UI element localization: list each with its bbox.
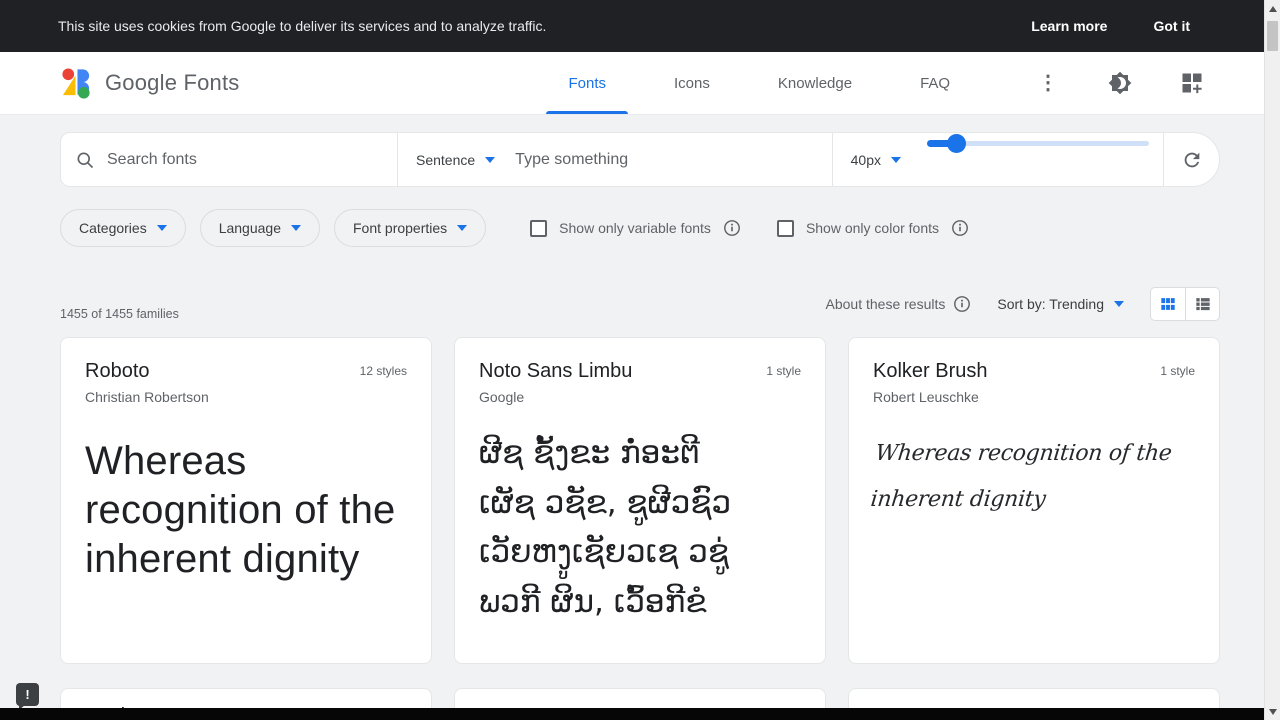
scroll-up-arrow-icon[interactable]: [1269, 6, 1277, 12]
info-icon: [953, 295, 971, 313]
limbu-preview-line: ເຜັຊ ວຊັຂ, ຊູຜີວຊົວ: [479, 479, 801, 529]
chevron-down-icon: [457, 225, 467, 231]
font-preview-text: Whereas recognition of the inherent dign…: [868, 431, 1200, 523]
filters-row: Categories Language Font properties Show…: [0, 187, 1280, 247]
font-grid: Roboto 12 styles Christian Robertson Whe…: [0, 335, 1280, 664]
tab-faq[interactable]: FAQ: [886, 52, 984, 114]
info-icon[interactable]: [951, 219, 969, 237]
color-fonts-label: Show only color fonts: [806, 220, 939, 236]
styles-count: 12 styles: [360, 360, 407, 378]
tab-fonts[interactable]: Fonts: [534, 52, 640, 114]
font-size-dropdown[interactable]: 40px: [833, 133, 913, 186]
font-card-noto-sans-limbu[interactable]: Noto Sans Limbu 1 style Google ຜີຊ ຊັ້ງຂ…: [454, 337, 826, 664]
cookie-banner: This site uses cookies from Google to de…: [0, 0, 1280, 52]
results-count: 1455 of 1455 families: [60, 307, 179, 321]
selected-families-icon[interactable]: [1180, 71, 1204, 95]
more-menu-icon[interactable]: ⋮: [1036, 71, 1060, 95]
tab-knowledge[interactable]: Knowledge: [744, 52, 886, 114]
limbu-preview-line: ຜີຊ ຊັ້ງຂະ ກໍ່ອະຕີ: [479, 429, 801, 479]
font-preview-limbu-script: ຜີຊ ຊັ້ງຂະ ກໍ່ອະຕີ ເຜັຊ ວຊັຂ, ຊູຜີວຊົວ ເ…: [479, 429, 801, 627]
page-scrollbar[interactable]: [1264, 0, 1280, 720]
search-input[interactable]: [107, 151, 381, 169]
color-fonts-checkbox[interactable]: [777, 220, 794, 237]
chip-label: Categories: [79, 220, 147, 236]
tab-icons[interactable]: Icons: [640, 52, 744, 114]
font-card-kolker-brush[interactable]: Kolker Brush 1 style Robert Leuschke Whe…: [848, 337, 1220, 664]
styles-count: 1 style: [766, 360, 801, 378]
feedback-button[interactable]: !: [16, 683, 39, 706]
logo-text: Google Fonts: [105, 70, 239, 96]
primary-nav: Fonts Icons Knowledge FAQ: [534, 52, 984, 114]
chevron-down-icon: [1114, 301, 1124, 307]
categories-filter-chip[interactable]: Categories: [60, 209, 186, 247]
got-it-button[interactable]: Got it: [1153, 18, 1190, 34]
reset-preview-button[interactable]: [1164, 133, 1219, 186]
preview-mode-value: Sentence: [416, 152, 475, 168]
color-fonts-checkbox-row: Show only color fonts: [777, 219, 969, 237]
scrollbar-thumb[interactable]: [1267, 21, 1278, 51]
styles-count: 1 style: [1160, 360, 1195, 378]
preview-mode-dropdown[interactable]: Sentence: [398, 133, 505, 186]
language-filter-chip[interactable]: Language: [200, 209, 320, 247]
chevron-down-icon: [291, 225, 301, 231]
font-designer: Google: [479, 389, 801, 405]
limbu-preview-line: ເວັຍຫງູເຊັຍວເຊ ວຊູ່: [479, 528, 801, 578]
font-properties-filter-chip[interactable]: Font properties: [334, 209, 486, 247]
grid-view-button[interactable]: [1151, 288, 1185, 320]
variable-fonts-checkbox-row: Show only variable fonts: [530, 219, 741, 237]
info-icon[interactable]: [723, 219, 741, 237]
theme-toggle-icon[interactable]: [1108, 71, 1132, 95]
learn-more-button[interactable]: Learn more: [1031, 18, 1107, 34]
chevron-down-icon: [157, 225, 167, 231]
font-designer: Christian Robertson: [85, 389, 407, 405]
chip-label: Font properties: [353, 220, 447, 236]
preview-text-input[interactable]: [515, 151, 821, 169]
chevron-down-icon: [891, 157, 901, 163]
about-these-results[interactable]: About these results: [826, 295, 972, 313]
results-bar: 1455 of 1455 families About these result…: [0, 247, 1280, 335]
font-card-roboto[interactable]: Roboto 12 styles Christian Robertson Whe…: [60, 337, 432, 664]
google-fonts-logo-icon: [60, 67, 93, 100]
font-size-value: 40px: [851, 152, 881, 168]
font-name: Kolker Brush: [873, 360, 988, 383]
font-name: Roboto: [85, 360, 150, 383]
variable-fonts-checkbox[interactable]: [530, 220, 547, 237]
font-preview-text: Whereas recognition of the inherent dign…: [85, 437, 407, 583]
font-designer: Robert Leuschke: [873, 389, 1195, 405]
limbu-preview-line: ພວກີ ຜິນ, ເວົ້ອກີຂໍ: [479, 578, 801, 628]
font-size-slider[interactable]: [927, 133, 1149, 153]
view-toggle: [1150, 287, 1220, 321]
sort-by-dropdown[interactable]: Sort by: Trending: [997, 296, 1124, 312]
bottom-bar: [0, 708, 1264, 720]
slider-thumb[interactable]: [947, 134, 966, 153]
about-label: About these results: [826, 296, 946, 312]
sort-label: Sort by: Trending: [997, 296, 1104, 312]
cookie-message: This site uses cookies from Google to de…: [58, 18, 546, 34]
scroll-down-arrow-icon[interactable]: [1269, 709, 1277, 715]
google-fonts-logo[interactable]: Google Fonts: [60, 67, 239, 100]
variable-fonts-label: Show only variable fonts: [559, 220, 711, 236]
app-header: Google Fonts Fonts Icons Knowledge FAQ ⋮: [0, 52, 1280, 115]
search-toolbar: Sentence 40px: [60, 132, 1220, 187]
chip-label: Language: [219, 220, 281, 236]
font-name: Noto Sans Limbu: [479, 360, 632, 383]
refresh-icon: [1181, 149, 1203, 171]
list-view-button[interactable]: [1185, 288, 1219, 320]
search-icon: [75, 150, 95, 170]
chevron-down-icon: [485, 157, 495, 163]
